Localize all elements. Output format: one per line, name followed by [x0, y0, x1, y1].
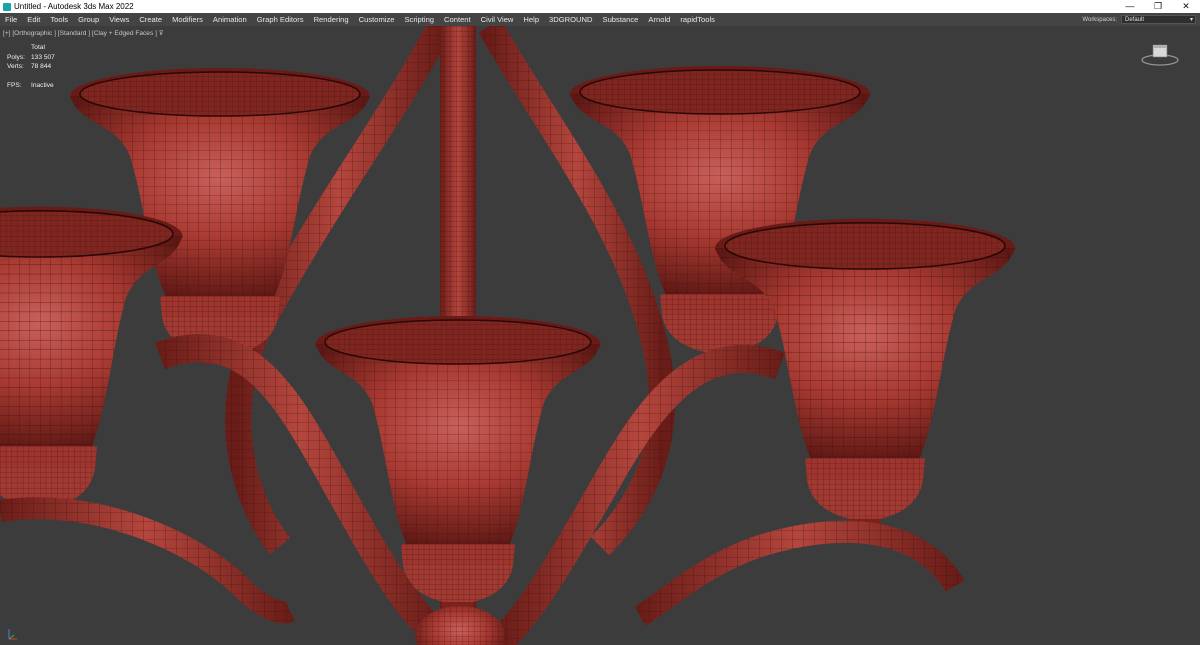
menu-help[interactable]: Help: [518, 13, 544, 26]
menu-3dground[interactable]: 3DGROUND: [544, 13, 597, 26]
verts-value: 78 844: [31, 63, 52, 70]
menu-edit[interactable]: Edit: [22, 13, 45, 26]
chandelier-model[interactable]: [0, 26, 1200, 645]
menu-civil-view[interactable]: Civil View: [476, 13, 519, 26]
app-window: Untitled - Autodesk 3ds Max 2022 — ❐ ✕ F…: [0, 0, 1200, 645]
viewport-statistics: Total Polys: 133 507 Verts: 78 844 FPS: Ina…: [7, 43, 55, 91]
menu-modifiers[interactable]: Modifiers: [167, 13, 208, 26]
menu-views[interactable]: Views: [104, 13, 134, 26]
viewcube-icon[interactable]: [1140, 42, 1180, 68]
workspaces-value: Default: [1125, 17, 1145, 23]
polys-label: Polys:: [7, 53, 25, 61]
minimize-button[interactable]: —: [1116, 0, 1144, 13]
viewport-label[interactable]: [+] [Orthographic ] [Standard ] [Clay + …: [3, 29, 164, 37]
axis-tripod-icon: [8, 629, 17, 640]
stats-total-header: Total: [31, 44, 45, 51]
window-controls: — ❐ ✕: [1116, 0, 1200, 13]
3dsmax-app-icon: [3, 2, 11, 11]
menu-arnold[interactable]: Arnold: [643, 13, 675, 26]
menu-tools[interactable]: Tools: [45, 13, 73, 26]
window-title: Untitled - Autodesk 3ds Max 2022: [14, 2, 134, 11]
fps-value: Inactive: [31, 82, 54, 89]
menu-content[interactable]: Content: [439, 13, 476, 26]
menu-graph-editors[interactable]: Graph Editors: [252, 13, 309, 26]
filter-icon[interactable]: ⊽: [159, 30, 164, 37]
viewport-label-text: [+] [Orthographic ] [Standard ] [Clay + …: [3, 30, 157, 37]
workspaces-control: Workspaces: Default ▾: [1082, 13, 1196, 26]
fps-label: FPS:: [7, 82, 22, 89]
menu-animation[interactable]: Animation: [208, 13, 252, 26]
menu-file[interactable]: File: [0, 13, 22, 26]
title-bar: Untitled - Autodesk 3ds Max 2022 — ❐ ✕: [0, 0, 1200, 13]
restore-button[interactable]: ❐: [1144, 0, 1172, 13]
verts-label: Verts:: [7, 63, 24, 70]
menu-group[interactable]: Group: [73, 13, 104, 26]
workspaces-dropdown[interactable]: Default ▾: [1121, 15, 1196, 24]
close-button[interactable]: ✕: [1172, 0, 1200, 13]
menu-rapidtools[interactable]: rapidTools: [675, 13, 720, 26]
menu-rendering[interactable]: Rendering: [309, 13, 354, 26]
orthographic-viewport[interactable]: [+] [Orthographic ] [Standard ] [Clay + …: [0, 26, 1200, 645]
menu-bar: File Edit Tools Group Views Create Modif…: [0, 13, 1200, 26]
workspaces-label: Workspaces:: [1082, 16, 1117, 23]
menu-scripting[interactable]: Scripting: [399, 13, 439, 26]
polys-value: 133 507: [31, 53, 55, 61]
menu-create[interactable]: Create: [134, 13, 167, 26]
chevron-down-icon: ▾: [1189, 17, 1193, 23]
menu-customize[interactable]: Customize: [354, 13, 400, 26]
menu-substance[interactable]: Substance: [598, 13, 644, 26]
